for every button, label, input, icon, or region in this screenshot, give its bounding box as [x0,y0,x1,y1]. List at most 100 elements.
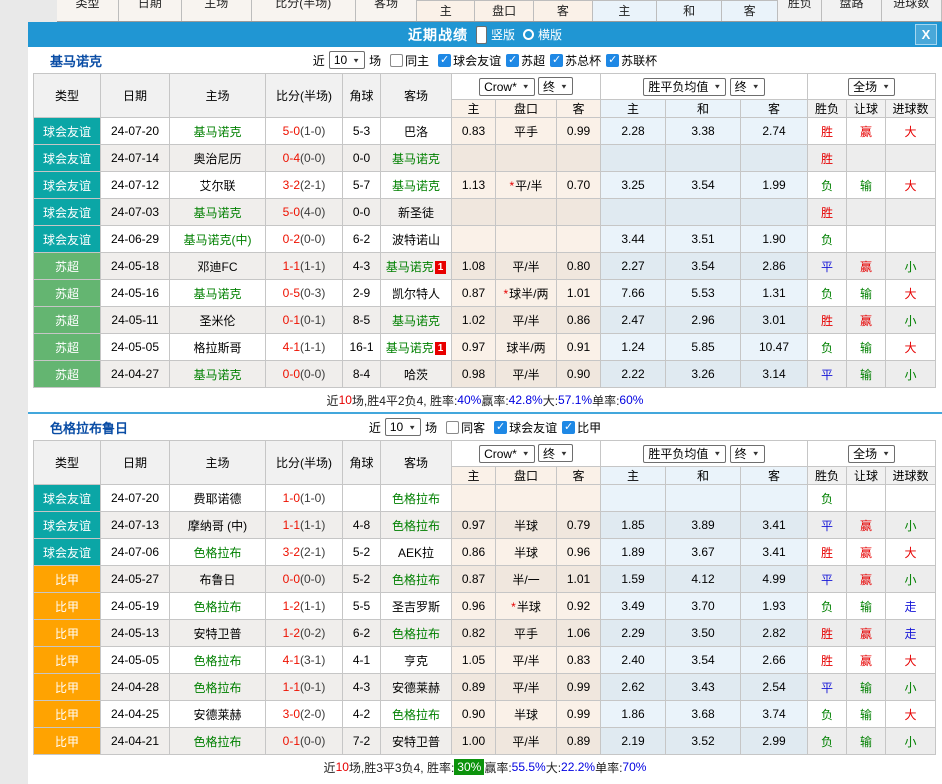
away-team[interactable]: AEK拉 [381,539,452,566]
bg-right-2: 进球数 [882,0,942,21]
match-date: 24-04-28 [101,674,170,701]
match-score: 0-5(0-3) [266,280,343,307]
handicap-line [496,226,557,253]
away-team[interactable]: 基马诺克1 [381,253,452,280]
away-team[interactable]: 哈茨 [381,361,452,388]
league-checkbox-球会友谊[interactable]: ✓球会友谊 [494,419,557,436]
home-team[interactable]: 基马诺克(中) [170,226,266,253]
home-team[interactable]: 基马诺克 [170,199,266,226]
euro-final-select[interactable]: 终▼ [730,445,765,463]
close-icon[interactable]: X [915,24,937,45]
away-team[interactable]: 基马诺克 [381,145,452,172]
league-checkbox-苏超[interactable]: ✓苏超 [506,52,545,69]
euro-home-odds: 3.44 [601,226,666,253]
table-row: 苏超24-05-18邓迪FC1-1(1-1)4-3基马诺克11.08平/半0.8… [34,253,936,280]
home-team[interactable]: 摩纳哥 (中) [170,512,266,539]
home-team[interactable]: 布鲁日 [170,566,266,593]
away-team[interactable]: 色格拉布 [381,701,452,728]
away-team[interactable]: 巴洛 [381,118,452,145]
home-team[interactable]: 色格拉布 [170,647,266,674]
odds-final-select[interactable]: 终▼ [538,77,573,95]
euro-final-select[interactable]: 终▼ [730,78,765,96]
home-team[interactable]: 费耶诺德 [170,485,266,512]
away-team[interactable]: 圣吉罗斯 [381,593,452,620]
away-team[interactable]: 安德莱赫 [381,674,452,701]
away-team[interactable]: 色格拉布 [381,620,452,647]
away-team[interactable]: 基马诺克 [381,307,452,334]
same-venue-checkbox[interactable]: 同主 [390,52,429,69]
home-team[interactable]: 基马诺克 [170,280,266,307]
handicap-line: 平/半 [496,361,557,388]
away-team[interactable]: 色格拉布 [381,512,452,539]
recent-records-popup: 近期战绩 竖版 横版 X 基马诺克 近 10▼ 场 同主 ✓球会友谊✓苏超✓苏总… [28,22,942,784]
match-count-select[interactable]: 10▼ [385,418,421,436]
away-team[interactable]: 色格拉布 [381,485,452,512]
match-count-select[interactable]: 10▼ [329,51,365,69]
vertical-layout-radio[interactable] [476,26,487,44]
away-team[interactable]: 基马诺克 [381,172,452,199]
crow-away-odds: 0.92 [557,593,601,620]
handicap-result-cell: 输 [847,280,886,307]
checkbox-icon[interactable]: ✓ [506,54,519,67]
away-team[interactable]: 安特卫普 [381,728,452,755]
away-team[interactable]: 亨克 [381,647,452,674]
match-score: 0-4(0-0) [266,145,343,172]
away-team[interactable]: 波特诺山 [381,226,452,253]
crow-away-odds: 0.80 [557,253,601,280]
home-team[interactable]: 圣米伦 [170,307,266,334]
team-name-title[interactable]: 色格拉布鲁日 [50,418,128,437]
home-team[interactable]: 安德莱赫 [170,701,266,728]
home-team[interactable]: 基马诺克 [170,361,266,388]
league-checkbox-苏联杯[interactable]: ✓苏联杯 [606,52,657,69]
handicap-line: *球半/两 [496,280,557,307]
vertical-layout-label[interactable]: 竖版 [491,26,515,43]
horizontal-layout-radio[interactable] [523,29,534,40]
games-label: 场 [369,52,381,69]
euro-odds-select[interactable]: 胜平负均值▼ [643,445,726,463]
match-score: 0-0(0-0) [266,566,343,593]
home-team[interactable]: 基马诺克 [170,118,266,145]
scope-select[interactable]: 全场▼ [848,78,895,96]
team-name-title[interactable]: 基马诺克 [50,51,102,70]
match-date: 24-06-29 [101,226,170,253]
corner-score: 0-0 [343,199,381,226]
checkbox-icon[interactable]: ✓ [438,54,451,67]
home-team[interactable]: 奥治尼历 [170,145,266,172]
odds-company-select[interactable]: Crow*▼ [479,445,535,463]
euro-home-odds: 1.89 [601,539,666,566]
home-team[interactable]: 色格拉布 [170,539,266,566]
checkbox-icon[interactable]: ✓ [562,421,575,434]
checkbox-icon[interactable]: ✓ [494,421,507,434]
home-team[interactable]: 色格拉布 [170,728,266,755]
records-tbody: 球会友谊24-07-20基马诺克5-0(1-0)5-3巴洛0.83平手0.992… [34,118,936,388]
home-team[interactable]: 艾尔联 [170,172,266,199]
odds-final-select[interactable]: 终▼ [538,444,573,462]
same-venue-checkbox[interactable]: 同客 [446,419,485,436]
away-team[interactable]: 基马诺克1 [381,334,452,361]
league-checkbox-球会友谊[interactable]: ✓球会友谊 [438,52,501,69]
home-team[interactable]: 格拉斯哥 [170,334,266,361]
corner-score: 0-0 [343,145,381,172]
checkbox-icon[interactable]: ✓ [606,54,619,67]
home-team[interactable]: 色格拉布 [170,674,266,701]
home-team[interactable]: 邓迪FC [170,253,266,280]
home-team[interactable]: 色格拉布 [170,593,266,620]
home-team[interactable]: 安特卫普 [170,620,266,647]
away-team[interactable]: 凯尔特人 [381,280,452,307]
league-checkbox-比甲[interactable]: ✓比甲 [562,419,601,436]
checkbox-icon[interactable]: ✓ [550,54,563,67]
crow-away-odds: 0.99 [557,118,601,145]
handicap-line: 半球 [496,701,557,728]
subcol-handicap-result: 让球 [847,467,886,485]
screen: 类型日期主场比分(半场)客场主盘口客主和客胜负盘路进球数 近期战绩 竖版 横版 … [0,0,942,784]
euro-draw-odds: 3.50 [666,620,741,647]
goals-result-cell: 走 [886,620,936,647]
away-team[interactable]: 色格拉布 [381,566,452,593]
match-date: 24-05-05 [101,334,170,361]
horizontal-layout-label[interactable]: 横版 [538,26,562,43]
league-checkbox-苏总杯[interactable]: ✓苏总杯 [550,52,601,69]
scope-select[interactable]: 全场▼ [848,445,895,463]
euro-odds-select[interactable]: 胜平负均值▼ [643,78,726,96]
away-team[interactable]: 新圣徒 [381,199,452,226]
odds-company-select[interactable]: Crow*▼ [479,78,535,96]
